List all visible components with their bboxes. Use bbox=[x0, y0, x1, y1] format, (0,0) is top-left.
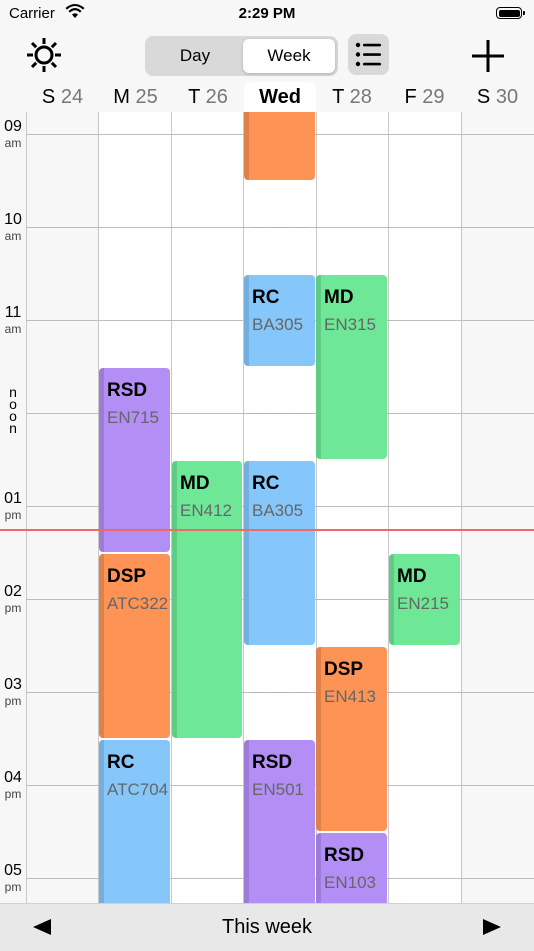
hour-label: 02 pm bbox=[4, 583, 22, 615]
list-icon bbox=[355, 42, 381, 67]
event-course-code: RC bbox=[252, 286, 280, 308]
class-event-rsd[interactable]: RSD EN103 bbox=[316, 832, 387, 903]
event-course-code: MD bbox=[397, 565, 427, 587]
event-room: EN215 bbox=[397, 593, 449, 613]
free-slot-marker bbox=[252, 692, 308, 694]
hour-label: 01 pm bbox=[4, 490, 22, 522]
event-course-code: RSD bbox=[107, 379, 148, 401]
day-header-mon[interactable]: M 25 bbox=[99, 82, 172, 112]
event-room: BA305 bbox=[252, 500, 304, 520]
event-room: EN315 bbox=[324, 314, 376, 334]
event-room: EN413 bbox=[324, 686, 376, 706]
class-event-md[interactable]: MD EN412 bbox=[172, 460, 242, 738]
list-view-button[interactable] bbox=[348, 34, 389, 75]
event-course-code: MD bbox=[324, 286, 354, 308]
day-week-segmented-control: Day Week bbox=[145, 36, 338, 76]
week-title[interactable]: This week bbox=[0, 916, 534, 939]
clock: 2:29 PM bbox=[238, 5, 296, 22]
event-room: ATC704 bbox=[107, 779, 169, 799]
current-time-indicator bbox=[0, 529, 534, 532]
week-navigation-bar: This week bbox=[0, 903, 534, 951]
status-bar: Carrier 2:29 PM bbox=[0, 0, 534, 28]
free-slot-marker bbox=[252, 413, 308, 415]
event-room: EN412 bbox=[180, 500, 232, 520]
hour-label: 03 pm bbox=[4, 676, 22, 708]
hour-label: 11 am bbox=[4, 304, 22, 336]
battery-icon bbox=[496, 7, 525, 19]
class-event-rsd[interactable]: RSD EN501 bbox=[244, 739, 315, 903]
class-event-dsp[interactable]: DSP ATC322 bbox=[99, 553, 170, 738]
class-event-dsp[interactable]: DSP EN413 bbox=[316, 646, 387, 831]
event-course-code: RSD bbox=[324, 844, 365, 866]
toolbar: Day Week bbox=[0, 28, 534, 82]
gear-icon[interactable] bbox=[25, 36, 63, 74]
day-header-fri[interactable]: F 29 bbox=[388, 82, 461, 112]
week-day-header: S 24 M 25 T 26 Wed T 28 F 29 S 30 bbox=[0, 82, 534, 112]
class-event-rc[interactable]: RC BA305 bbox=[244, 274, 315, 366]
event-course-code: RSD bbox=[252, 751, 293, 773]
day-header-sun[interactable]: S 24 bbox=[26, 82, 99, 112]
day-header-wed-today[interactable]: Wed bbox=[244, 82, 316, 112]
event-course-code: RC bbox=[107, 751, 135, 773]
segment-week[interactable]: Week bbox=[243, 39, 335, 73]
class-event-dsp[interactable]: DSPBA201 bbox=[244, 112, 315, 180]
hour-label: 05 pm bbox=[4, 862, 22, 894]
event-room: EN715 bbox=[107, 407, 159, 427]
hour-label: 04 pm bbox=[4, 769, 22, 801]
class-event-rc[interactable]: RC ATC704 bbox=[99, 739, 170, 903]
event-course-code: RC bbox=[252, 472, 280, 494]
event-course-code: DSP bbox=[324, 658, 364, 680]
day-header-thu[interactable]: T 28 bbox=[316, 82, 388, 112]
event-room: EN501 bbox=[252, 779, 304, 799]
segment-day[interactable]: Day bbox=[149, 39, 241, 73]
add-icon[interactable] bbox=[470, 38, 506, 74]
class-event-md[interactable]: MD EN315 bbox=[316, 274, 387, 459]
event-room: ATC322 bbox=[107, 593, 169, 613]
hour-label: 10 am bbox=[4, 211, 22, 243]
free-slot-marker bbox=[252, 227, 308, 229]
event-course-code: DSP bbox=[107, 565, 147, 587]
week-schedule-grid[interactable]: 09 am 10 am 11 am noon 01 pm 02 pm 03 pm 04 pm … bbox=[0, 112, 534, 903]
noon-label: noon bbox=[9, 384, 17, 436]
event-course-code: MD bbox=[180, 472, 210, 494]
class-event-rc[interactable]: RC BA305 bbox=[244, 460, 315, 645]
day-header-tue[interactable]: T 26 bbox=[172, 82, 244, 112]
class-event-rsd[interactable]: RSD EN715 bbox=[99, 367, 170, 552]
event-room: EN103 bbox=[324, 872, 376, 892]
next-week-arrow-icon[interactable] bbox=[483, 919, 501, 935]
class-event-md[interactable]: MD EN215 bbox=[389, 553, 460, 645]
hour-label: 09 am bbox=[4, 118, 22, 150]
event-room: BA305 bbox=[252, 314, 304, 334]
day-header-sat[interactable]: S 30 bbox=[461, 82, 534, 112]
